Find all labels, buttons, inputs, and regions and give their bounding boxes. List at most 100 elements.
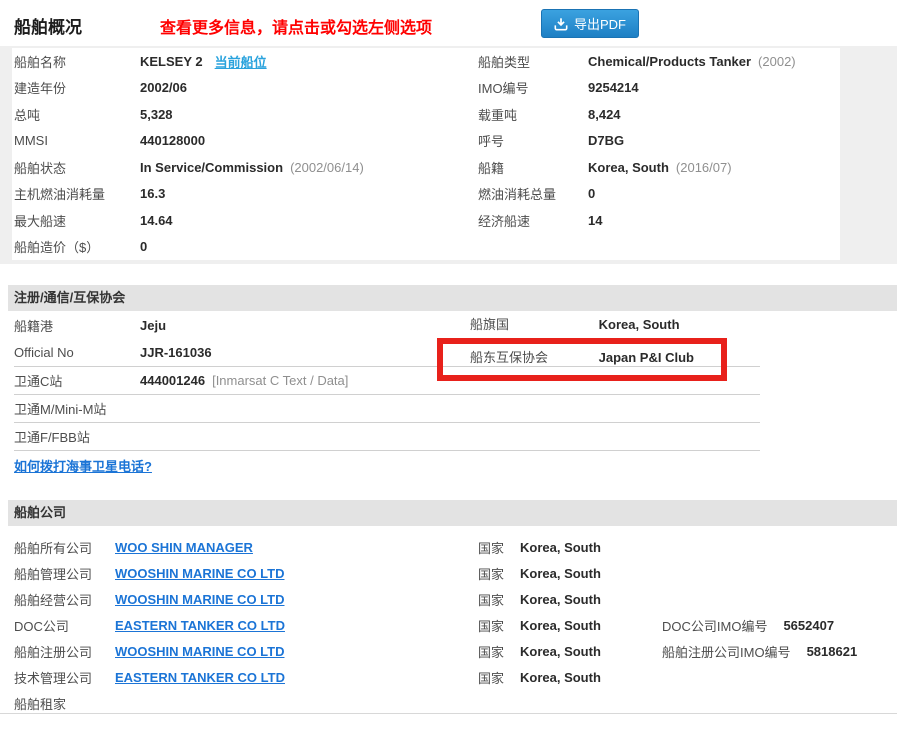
field-label: 船舶状态 xyxy=(14,158,140,177)
field-label: DOC公司 xyxy=(14,616,115,635)
field-label: 船舶类型 xyxy=(478,52,588,71)
section-header-registration: 注册/通信/互保协会 xyxy=(8,285,897,311)
export-pdf-button[interactable]: 导出PDF xyxy=(541,9,639,38)
field-label: 船旗国 xyxy=(470,314,595,333)
imo-number-value: 5652407 xyxy=(783,618,834,633)
field-value: KELSEY 2 xyxy=(140,54,203,69)
table-row: 最大船速 14.64 经济船速 14 xyxy=(12,207,840,234)
company-link[interactable]: EASTERN TANKER CO LTD xyxy=(115,670,285,685)
country-value: Korea, South xyxy=(520,540,662,555)
country-value: Korea, South xyxy=(520,592,662,607)
field-value: D7BG xyxy=(588,133,624,148)
field-label: 船舶所有公司 xyxy=(14,538,115,557)
table-row: 技术管理公司 EASTERN TANKER CO LTD 国家 Korea, S… xyxy=(0,664,897,690)
field-label: IMO编号 xyxy=(478,78,588,97)
field-label: 卫通M/Mini-M站 xyxy=(14,399,140,418)
field-label: 经济船速 xyxy=(478,211,588,230)
field-label: Official No xyxy=(14,345,140,360)
field-label: 船舶注册公司 xyxy=(14,642,115,661)
field-value: 2002/06 xyxy=(140,80,187,95)
field-label: 最大船速 xyxy=(14,211,140,230)
country-label: 国家 xyxy=(478,564,520,583)
download-icon xyxy=(554,17,568,31)
field-note: (2002) xyxy=(758,54,796,69)
table-row: 建造年份 2002/06 IMO编号 9254214 xyxy=(12,75,840,102)
satellite-phone-help-link[interactable]: 如何拨打海事卫星电话? xyxy=(14,456,152,475)
country-label: 国家 xyxy=(478,538,520,557)
field-label: 载重吨 xyxy=(478,105,588,124)
country-value: Korea, South xyxy=(520,670,662,685)
page-title: 船舶概况 xyxy=(14,13,82,38)
field-label: 总吨 xyxy=(14,105,140,124)
table-row: 船舶注册公司 WOOSHIN MARINE CO LTD 国家 Korea, S… xyxy=(0,638,897,664)
field-value: JJR-161036 xyxy=(140,345,212,360)
field-label: 船舶租家 xyxy=(14,694,115,713)
table-row: 船舶所有公司 WOO SHIN MANAGER 国家 Korea, South xyxy=(0,534,897,560)
field-value: 444001246 xyxy=(140,373,205,388)
field-note: (2002/06/14) xyxy=(290,160,364,175)
field-label: 主机燃油消耗量 xyxy=(14,184,140,203)
field-value: Chemical/Products Tanker xyxy=(588,54,751,69)
field-value: Jeju xyxy=(140,318,166,333)
field-value: 9254214 xyxy=(588,80,639,95)
field-label: 船籍港 xyxy=(14,316,140,335)
field-value: 16.3 xyxy=(140,186,165,201)
field-value: 14 xyxy=(588,213,602,228)
field-label: 燃油消耗总量 xyxy=(478,184,588,203)
overview-table: 船舶名称 KELSEY 2 当前船位 船舶类型 Chemical/Product… xyxy=(12,48,840,260)
company-link[interactable]: EASTERN TANKER CO LTD xyxy=(115,618,285,633)
table-row: DOC公司 EASTERN TANKER CO LTD 国家 Korea, So… xyxy=(0,612,897,638)
table-row: 船舶管理公司 WOOSHIN MARINE CO LTD 国家 Korea, S… xyxy=(0,560,897,586)
field-label: 卫通F/FBB站 xyxy=(14,427,140,446)
field-value: 0 xyxy=(140,239,147,254)
country-value: Korea, South xyxy=(520,566,662,581)
imo-number-label: DOC公司IMO编号 xyxy=(662,616,767,635)
field-value: Korea, South xyxy=(599,317,680,332)
field-value: Korea, South xyxy=(588,160,669,175)
table-row: 卫通C站 444001246 [Inmarsat C Text / Data] xyxy=(14,367,760,395)
pandi-club-row: 船东互保协会 Japan P&I Club xyxy=(470,347,694,366)
registration-rows: 船籍港 Jeju Official No JJR-161036 卫通C站 444… xyxy=(14,311,760,479)
field-label: 技术管理公司 xyxy=(14,668,115,687)
bottom-divider xyxy=(0,713,897,714)
country-label: 国家 xyxy=(478,616,520,635)
field-label: 建造年份 xyxy=(14,78,140,97)
table-row: 船舶状态 In Service/Commission (2002/06/14) … xyxy=(12,154,840,181)
overview-block: 船舶名称 KELSEY 2 当前船位 船舶类型 Chemical/Product… xyxy=(0,46,897,264)
country-label: 国家 xyxy=(478,590,520,609)
table-row: 船舶经营公司 WOOSHIN MARINE CO LTD 国家 Korea, S… xyxy=(0,586,897,612)
field-note: (2016/07) xyxy=(676,160,732,175)
country-label: 国家 xyxy=(478,642,520,661)
field-value: 14.64 xyxy=(140,213,173,228)
flag-state-row: 船旗国 Korea, South xyxy=(470,314,680,333)
current-position-link[interactable]: 当前船位 xyxy=(215,52,267,71)
section-header-companies: 船舶公司 xyxy=(8,500,897,526)
field-label: 卫通C站 xyxy=(14,371,140,390)
field-value: In Service/Commission xyxy=(140,160,283,175)
field-label: 船舶造价（$） xyxy=(14,237,140,256)
field-value: 8,424 xyxy=(588,107,621,122)
export-pdf-label: 导出PDF xyxy=(574,14,626,33)
field-label: 船籍 xyxy=(478,158,588,177)
notice-text: 查看更多信息，请点击或勾选左侧选项 xyxy=(160,14,432,38)
field-label: 船舶管理公司 xyxy=(14,564,115,583)
ship-overview-page: 船舶概况 查看更多信息，请点击或勾选左侧选项 导出PDF 船舶名称 KELSEY… xyxy=(0,0,897,735)
field-label: 呼号 xyxy=(478,131,588,150)
company-link[interactable]: WOOSHIN MARINE CO LTD xyxy=(115,566,284,581)
table-row: 船舶名称 KELSEY 2 当前船位 船舶类型 Chemical/Product… xyxy=(12,48,840,75)
company-rows: 船舶所有公司 WOO SHIN MANAGER 国家 Korea, South … xyxy=(0,534,897,716)
country-value: Korea, South xyxy=(520,618,662,633)
country-label: 国家 xyxy=(478,668,520,687)
field-label: MMSI xyxy=(14,133,140,148)
company-link[interactable]: WOO SHIN MANAGER xyxy=(115,540,253,555)
table-row: MMSI 440128000 呼号 D7BG xyxy=(12,128,840,155)
field-label: 船东互保协会 xyxy=(470,347,595,366)
field-label: 船舶经营公司 xyxy=(14,590,115,609)
field-value: 440128000 xyxy=(140,133,205,148)
field-label: 船舶名称 xyxy=(14,52,140,71)
company-link[interactable]: WOOSHIN MARINE CO LTD xyxy=(115,644,284,659)
company-link[interactable]: WOOSHIN MARINE CO LTD xyxy=(115,592,284,607)
table-row: 船舶造价（$） 0 xyxy=(12,234,840,261)
field-value: 0 xyxy=(588,186,595,201)
table-row: 卫通M/Mini-M站 xyxy=(14,395,760,423)
